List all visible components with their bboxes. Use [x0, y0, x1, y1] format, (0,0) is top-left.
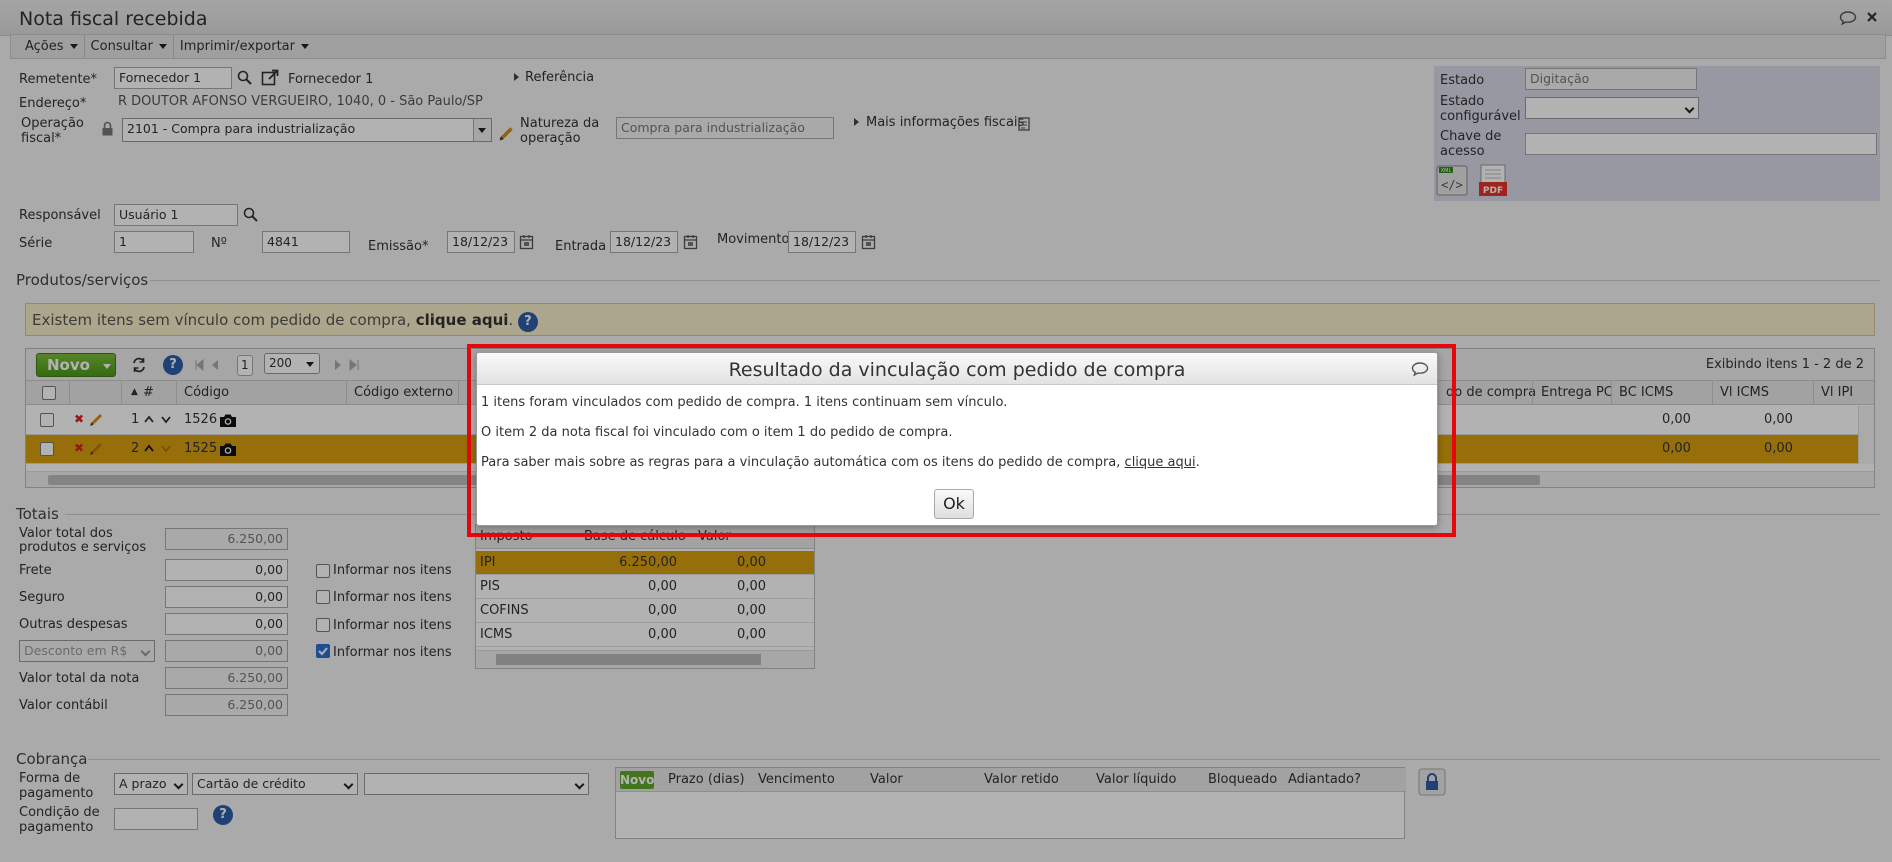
ok-button[interactable]: Ok: [934, 489, 974, 519]
dialog-line-2: O item 2 da nota fiscal foi vinculado co…: [481, 425, 953, 440]
comment-icon[interactable]: [1411, 361, 1429, 377]
dialog-header: Resultado da vinculação com pedido de co…: [477, 353, 1437, 385]
vinculacao-dialog: Resultado da vinculação com pedido de co…: [476, 352, 1438, 526]
dialog-help-link[interactable]: clique aqui: [1125, 455, 1196, 470]
dialog-line-3: Para saber mais sobre as regras para a v…: [481, 455, 1200, 470]
dialog-line-3-text: Para saber mais sobre as regras para a v…: [481, 455, 1121, 470]
dialog-title: Resultado da vinculação com pedido de co…: [728, 359, 1186, 381]
dialog-line-1: 1 itens foram vinculados com pedido de c…: [481, 395, 1008, 410]
